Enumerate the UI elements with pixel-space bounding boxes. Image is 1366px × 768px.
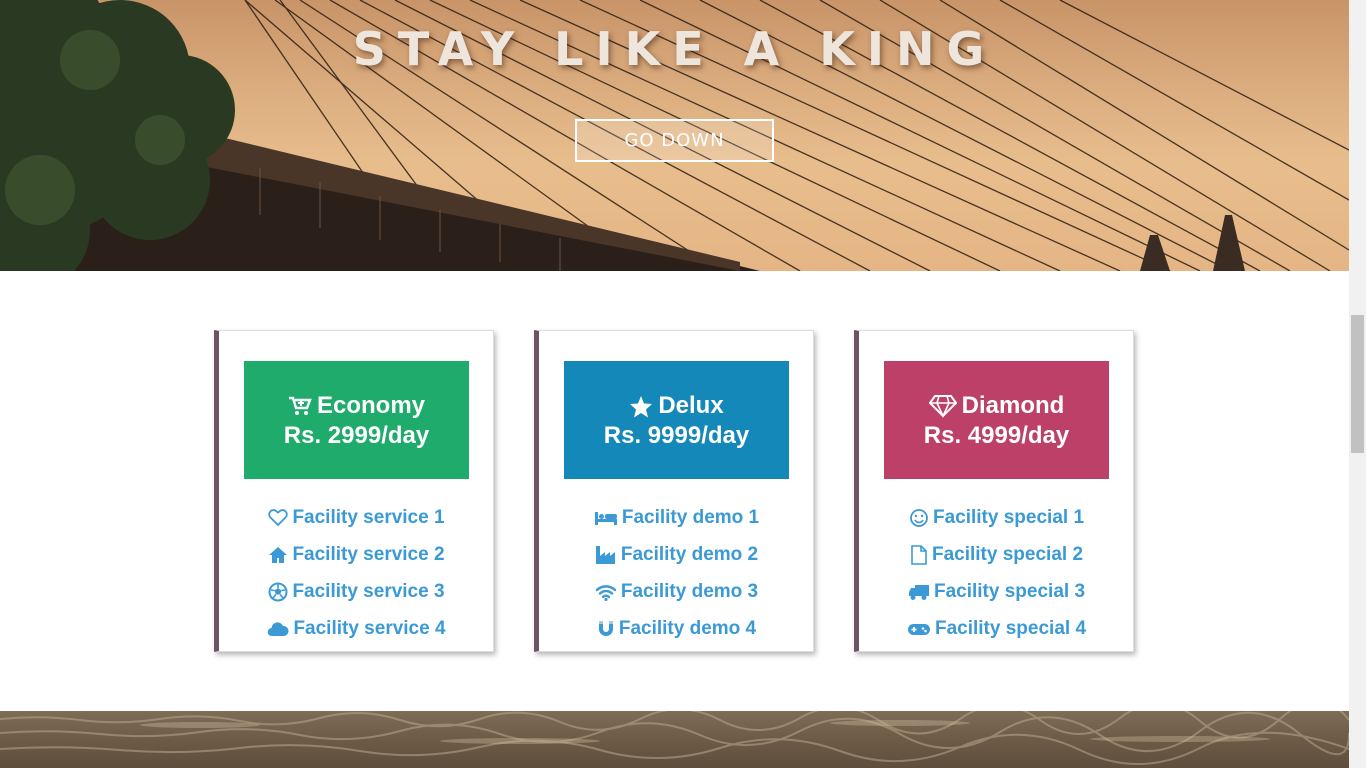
feature-item[interactable]: Facility demo 3	[539, 573, 814, 610]
plan-card-economy: Economy Rs. 2999/day Facility service 1 …	[214, 330, 494, 652]
feature-label: Facility demo 1	[621, 506, 760, 528]
feature-list: Facility special 1 Facility special 2 Fa…	[859, 499, 1134, 647]
soccer-ball-icon	[268, 582, 288, 602]
feature-item[interactable]: Facility special 4	[859, 610, 1134, 647]
plan-header-delux: Delux Rs. 9999/day	[564, 361, 789, 479]
bed-icon	[594, 510, 618, 526]
plan-price: Rs. 9999/day	[603, 422, 750, 449]
feature-item[interactable]: Facility service 4	[219, 610, 494, 647]
plan-name: Diamond	[961, 392, 1065, 419]
feature-item[interactable]: Facility special 3	[859, 573, 1134, 610]
smile-icon	[909, 508, 929, 528]
feature-label: Facility service 4	[293, 617, 446, 639]
file-icon	[910, 544, 928, 565]
cart-plus-icon	[288, 396, 312, 416]
feature-label: Facility demo 2	[620, 543, 759, 565]
feature-label: Facility special 1	[932, 506, 1085, 528]
plan-card-diamond: Diamond Rs. 4999/day Facility special 1 …	[854, 330, 1134, 652]
go-down-button[interactable]: GO DOWN	[575, 119, 774, 162]
page-scrollbar-thumb[interactable]	[1351, 315, 1364, 453]
gamepad-icon	[907, 621, 931, 637]
feature-label: Facility service 2	[292, 543, 445, 565]
plan-header-diamond: Diamond Rs. 4999/day	[884, 361, 1109, 479]
plan-price: Rs. 2999/day	[283, 422, 430, 449]
plan-header-economy: Economy Rs. 2999/day	[244, 361, 469, 479]
feature-item[interactable]: Facility demo 4	[539, 610, 814, 647]
feature-item[interactable]: Facility service 2	[219, 536, 494, 573]
wifi-icon	[595, 583, 617, 601]
feature-label: Facility service 3	[292, 580, 445, 602]
feature-item[interactable]: Facility special 2	[859, 536, 1134, 573]
cloud-icon	[267, 621, 289, 637]
industry-icon	[595, 545, 617, 565]
feature-item[interactable]: Facility service 1	[219, 499, 494, 536]
plan-name: Economy	[316, 392, 426, 419]
plan-name: Delux	[658, 392, 724, 419]
feature-item[interactable]: Facility special 1	[859, 499, 1134, 536]
feature-label: Facility service 1	[292, 506, 445, 528]
diamond-icon	[928, 394, 957, 418]
plan-price: Rs. 4999/day	[923, 422, 1070, 449]
truck-icon	[908, 583, 930, 601]
magnet-icon	[597, 620, 615, 638]
river-background-image	[0, 711, 1349, 768]
feature-list: Facility service 1 Facility service 2 Fa…	[219, 499, 494, 647]
feature-label: Facility special 3	[933, 580, 1086, 602]
feature-item[interactable]: Facility demo 1	[539, 499, 814, 536]
feature-item[interactable]: Facility demo 2	[539, 536, 814, 573]
hero-title: STAY LIKE A KING	[352, 22, 997, 76]
feature-label: Facility demo 4	[618, 617, 757, 639]
water-ripples	[0, 711, 1349, 765]
hero-banner: STAY LIKE A KING GO DOWN	[0, 0, 1349, 271]
feature-label: Facility special 4	[934, 617, 1087, 639]
home-icon	[268, 546, 288, 564]
heart-icon	[268, 508, 289, 527]
plan-card-delux: Delux Rs. 9999/day Facility demo 1 Facil…	[534, 330, 814, 652]
star-icon	[629, 395, 653, 418]
feature-list: Facility demo 1 Facility demo 2 Facility…	[539, 499, 814, 647]
feature-item[interactable]: Facility service 3	[219, 573, 494, 610]
feature-label: Facility demo 3	[620, 580, 759, 602]
feature-label: Facility special 2	[931, 543, 1084, 565]
